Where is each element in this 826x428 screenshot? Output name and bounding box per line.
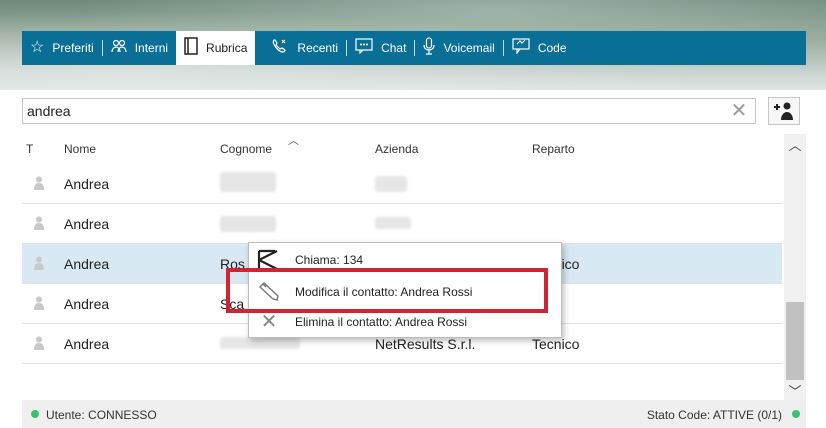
users-icon [111,38,127,58]
column-header-type[interactable]: T [26,142,33,156]
phone-history-icon [271,38,289,58]
tab-rubrica[interactable]: Rubrica [176,31,256,65]
tab-code[interactable]: Code [504,31,575,65]
call-icon [257,249,281,271]
tab-voicemail[interactable]: Voicemail [415,31,502,65]
queue-status: Stato Code: ATTIVE (0/1) [646,408,782,422]
add-contact-button[interactable] [768,97,800,125]
menu-item-label: Elimina il contatto: Andrea Rossi [295,315,468,329]
person-icon [34,336,44,350]
menu-item-label: Modifica il contatto: Andrea Rossi [295,285,473,299]
cell-nome: Andrea [64,296,110,312]
person-icon [34,296,44,310]
search-input[interactable] [22,98,756,124]
status-bar: Utente: CONNESSO Stato Code: ATTIVE (0/1… [22,400,806,428]
microphone-icon [423,37,436,59]
user-status: Utente: CONNESSO [46,408,157,422]
cell-cognome-redacted [220,216,276,235]
scrollbar-thumb[interactable] [786,302,804,380]
cell-azienda-redacted [375,176,407,195]
cell-cognome: Ros [220,256,245,272]
cell-nome: Andrea [64,256,110,272]
cell-nome: Andrea [64,176,110,192]
status-indicator [31,410,39,418]
menu-item-call[interactable]: Chiama: 134 [249,247,561,273]
menu-item-label: Chiama: 134 [295,253,364,267]
chevron-up-icon[interactable]: ︿ [784,134,806,158]
queue-status-indicator [792,410,800,418]
sort-ascending-icon: ︿ [288,135,299,147]
tab-interni[interactable]: Interni [103,31,176,65]
person-icon [34,176,44,190]
tab-preferiti[interactable]: ☆ Preferiti [22,31,102,65]
tab-recenti[interactable]: Recenti [263,31,346,65]
column-header-reparto[interactable]: Reparto [532,142,575,156]
tab-label: Recenti [297,41,339,55]
person-icon [34,216,44,230]
table-header: T Nome Cognome ︿ Azienda Reparto [22,134,782,162]
column-header-nome[interactable]: Nome [64,142,96,156]
queue-icon [512,38,530,58]
add-contact-icon [773,101,795,121]
vertical-scrollbar[interactable]: ︿ ﹀ [784,134,806,404]
close-icon[interactable]: ✕ [728,100,750,122]
cell-cognome-redacted [220,172,276,195]
tab-label: Preferiti [52,41,94,55]
cell-reparto: Tecnico [532,336,580,352]
chat-icon [355,38,373,58]
tab-label: Chat [381,41,407,55]
tab-label: Code [537,41,567,55]
tab-chat[interactable]: Chat [347,31,414,65]
star-icon: ☆ [30,39,45,56]
column-header-cognome[interactable]: Cognome [220,142,272,156]
tab-label: Voicemail [443,41,495,55]
table-row[interactable]: Andrea [22,204,782,244]
menu-item-edit-contact[interactable]: Modifica il contatto: Andrea Rossi [249,279,561,305]
pencil-icon [257,281,281,303]
search-bar: ✕ [22,90,812,130]
menu-item-delete-contact[interactable]: ✕ Elimina il contatto: Andrea Rossi [249,309,561,335]
column-header-azienda[interactable]: Azienda [375,142,418,156]
tab-label: Rubrica [206,41,248,55]
cell-cognome-redacted [220,336,300,352]
cell-nome: Andrea [64,216,110,232]
table-row[interactable]: Andrea [22,164,782,204]
cell-cognome: Sca [220,296,245,312]
cell-azienda: NetResults S.r.l. [375,336,476,352]
cell-azienda-redacted [375,216,411,232]
book-icon [184,37,198,59]
tab-bar: ☆ Preferiti Interni Rubrica Recenti Chat… [22,31,806,65]
tab-label: Interni [134,41,169,55]
person-icon [34,256,44,270]
context-menu: Chiama: 134 Modifica il contatto: Andrea… [248,242,562,338]
close-icon: ✕ [260,311,278,333]
cell-nome: Andrea [64,336,110,352]
